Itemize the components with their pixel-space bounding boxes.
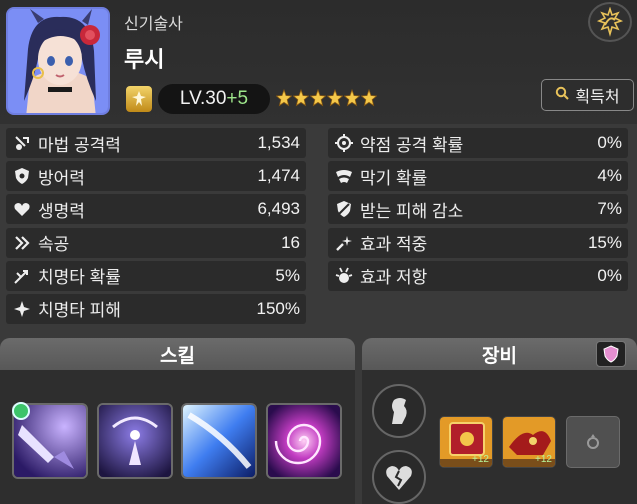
search-icon bbox=[555, 86, 570, 105]
stats-right-column: 약점 공격 확률 0% 막기 확률 4% 받는 피해 감소 7% 효과 적중 15% 효과 저항… bbox=[328, 128, 628, 294]
artifact-slot-2[interactable] bbox=[372, 450, 426, 504]
equipment-shield-button[interactable] bbox=[596, 341, 626, 367]
stats-left-column: 마법 공격력 1,534 방어력 1,474 생명력 6,493 속공 16 치명타 확률 5% 치… bbox=[6, 128, 306, 327]
stat-label: 약점 공격 확률 bbox=[360, 135, 464, 155]
stat-row: 마법 공격력 1,534 bbox=[6, 128, 306, 158]
stat-value: 15% bbox=[587, 232, 622, 252]
effect-resist-icon bbox=[334, 266, 354, 286]
stat-label: 방어력 bbox=[38, 168, 85, 188]
stat-value: 16 bbox=[281, 232, 300, 252]
ring-icon bbox=[587, 434, 599, 449]
effect-hit-icon bbox=[334, 233, 354, 253]
element-badge-icon bbox=[126, 86, 152, 112]
crit-rate-icon bbox=[12, 266, 32, 286]
equipment-item-2[interactable]: +12 bbox=[502, 416, 556, 468]
stat-value: 1,534 bbox=[257, 133, 300, 152]
character-portrait bbox=[6, 7, 110, 115]
equipment-item-1[interactable]: +12 bbox=[439, 416, 493, 468]
shield-icon bbox=[12, 166, 32, 186]
horse-head-icon bbox=[392, 398, 407, 424]
star-icon bbox=[326, 88, 344, 107]
level-text: LV.30 bbox=[179, 88, 227, 109]
empty-equipment-slot[interactable] bbox=[566, 416, 620, 468]
character-class: 신기술사 bbox=[124, 16, 183, 33]
class-emblem-icon[interactable] bbox=[588, 2, 632, 42]
stat-value: 4% bbox=[597, 166, 622, 186]
skill-upgrade-badge-icon bbox=[12, 402, 30, 420]
star-icon bbox=[275, 88, 293, 107]
stat-label: 효과 적중 bbox=[360, 235, 428, 255]
skill-3-icon[interactable] bbox=[181, 403, 257, 479]
stat-label: 치명타 확률 bbox=[38, 268, 121, 288]
equipment-item-1-level: +12 bbox=[472, 454, 489, 465]
stat-label: 치명타 피해 bbox=[38, 301, 121, 321]
stat-label: 막기 확률 bbox=[360, 168, 428, 188]
speed-icon bbox=[12, 233, 32, 253]
stat-value: 0% bbox=[597, 133, 622, 152]
stat-row: 받는 피해 감소 7% bbox=[328, 194, 628, 225]
stat-row: 효과 적중 15% bbox=[328, 227, 628, 258]
stat-label: 받는 피해 감소 bbox=[360, 201, 464, 221]
acquire-button[interactable]: 획득처 bbox=[541, 79, 634, 111]
stat-label: 마법 공격력 bbox=[38, 135, 121, 155]
skills-title: 스킬 bbox=[160, 345, 195, 367]
damage-reduction-icon bbox=[334, 199, 354, 219]
level-bonus: +5 bbox=[226, 88, 249, 109]
star-icon bbox=[292, 88, 310, 107]
stat-row: 효과 저항 0% bbox=[328, 260, 628, 291]
stat-value: 7% bbox=[597, 199, 622, 219]
stat-row: 약점 공격 확률 0% bbox=[328, 128, 628, 158]
equipment-item-2-level: +12 bbox=[535, 454, 552, 465]
stat-value: 0% bbox=[597, 265, 622, 285]
stat-value: 6,493 bbox=[257, 199, 300, 219]
stat-value: 5% bbox=[275, 265, 300, 285]
crit-damage-icon bbox=[12, 299, 32, 319]
star-icon bbox=[360, 88, 378, 107]
magic-attack-icon bbox=[12, 133, 32, 153]
stat-value: 150% bbox=[256, 298, 300, 318]
stat-label: 생명력 bbox=[38, 201, 85, 221]
crosshair-icon bbox=[334, 133, 354, 153]
equipment-title: 장비 bbox=[482, 345, 517, 367]
skills-panel-header: 스킬 bbox=[0, 338, 355, 370]
stat-row: 치명타 피해 150% bbox=[6, 293, 306, 324]
skill-4-icon[interactable] bbox=[266, 403, 342, 479]
block-icon bbox=[334, 166, 354, 186]
stat-row: 막기 확률 4% bbox=[328, 161, 628, 192]
stat-row: 방어력 1,474 bbox=[6, 161, 306, 192]
character-name: 루시 bbox=[124, 47, 165, 72]
level-display: LV.30 +5 bbox=[158, 84, 270, 114]
star-icon bbox=[343, 88, 361, 107]
heart-icon bbox=[12, 199, 32, 219]
stat-row: 속공 16 bbox=[6, 227, 306, 258]
star-rating bbox=[275, 88, 378, 107]
artifact-slot-1[interactable] bbox=[372, 384, 426, 438]
acquire-label: 획득처 bbox=[575, 89, 620, 106]
broken-heart-icon bbox=[386, 466, 412, 490]
star-icon bbox=[309, 88, 327, 107]
stat-row: 치명타 확률 5% bbox=[6, 260, 306, 291]
stat-row: 생명력 6,493 bbox=[6, 194, 306, 225]
stat-label: 효과 저항 bbox=[360, 268, 428, 288]
stat-label: 속공 bbox=[38, 235, 70, 255]
stat-value: 1,474 bbox=[257, 166, 300, 186]
skill-2-icon[interactable] bbox=[97, 403, 173, 479]
